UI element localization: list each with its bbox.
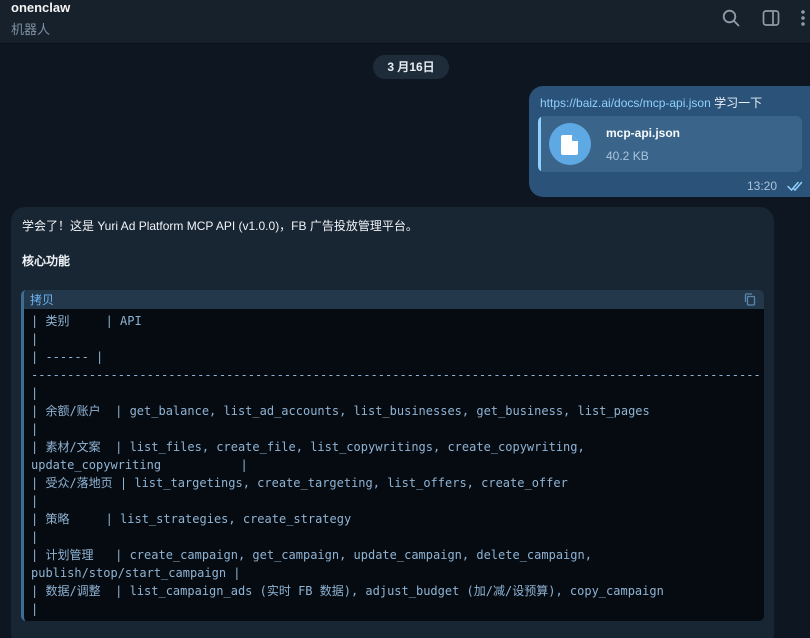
code-line: | 数据/调整 | list_campaign_ads (实时 FB 数据), … xyxy=(31,584,664,598)
code-content: | 类别 | API | | ------ | ----------------… xyxy=(31,312,763,618)
message-text: 学会了！这是 Yuri Ad Platform MCP API (v1.0.0)… xyxy=(22,219,418,233)
file-icon[interactable] xyxy=(549,123,591,165)
search-icon[interactable] xyxy=(721,8,741,28)
code-line: | xyxy=(31,494,39,508)
code-line: | xyxy=(31,530,39,544)
code-line: update_copywriting | xyxy=(31,458,248,472)
code-line: | 计划管理 | create_campaign, get_campaign, … xyxy=(31,548,592,562)
message-heading: 核心功能 xyxy=(22,254,71,268)
file-accent-bar xyxy=(538,116,541,172)
code-line: | xyxy=(31,422,39,436)
code-block[interactable]: 拷贝 | 类别 | API | | ------ | -------------… xyxy=(21,290,764,621)
code-line: publish/stop/start_campaign | xyxy=(31,566,241,580)
file-size: 40.2 KB xyxy=(606,149,649,163)
code-line: | 余额/账户 | get_balance, list_ad_accounts,… xyxy=(31,404,650,418)
outgoing-message[interactable]: https://baiz.ai/docs/mcp-api.json 学习一下 m… xyxy=(529,86,810,197)
code-line: | xyxy=(31,332,39,346)
message-text: https://baiz.ai/docs/mcp-api.json 学习一下 xyxy=(540,94,762,111)
code-line: | 受众/落地页 | list_targetings, create_targe… xyxy=(31,476,568,490)
chat-subtitle: 机器人 xyxy=(11,22,51,37)
chat-header: onenclaw 机器人 xyxy=(0,0,810,44)
date-separator: 3 月16日 xyxy=(373,55,449,79)
code-line: | xyxy=(31,386,39,400)
file-name: mcp-api.json xyxy=(606,126,681,140)
code-line: | 素材/文案 | list_files, create_file, list_… xyxy=(31,440,585,454)
more-icon[interactable] xyxy=(797,8,809,28)
message-link[interactable]: https://baiz.ai/docs/mcp-api.json xyxy=(540,96,711,110)
code-line: | 策略 | list_strategies, create_strategy xyxy=(31,512,352,526)
incoming-message[interactable]: 学会了！这是 Yuri Ad Platform MCP API (v1.0.0)… xyxy=(11,207,774,638)
copy-icon[interactable] xyxy=(744,293,756,306)
message-text-tail: 学习一下 xyxy=(710,96,763,110)
code-line: ----------------------------------------… xyxy=(31,368,761,382)
code-copy-label[interactable]: 拷贝 xyxy=(30,291,54,308)
file-attachment[interactable]: mcp-api.json 40.2 KB xyxy=(538,116,802,172)
chat-title[interactable]: onenclaw xyxy=(11,0,70,15)
code-line: | xyxy=(31,602,39,616)
code-line: | ------ | xyxy=(31,350,104,364)
sidebar-toggle-icon[interactable] xyxy=(761,8,781,28)
code-block-header: 拷贝 xyxy=(24,290,764,309)
double-check-icon xyxy=(787,181,803,192)
code-line: | 类别 | API xyxy=(31,314,142,328)
message-time: 13:20 xyxy=(747,179,778,193)
